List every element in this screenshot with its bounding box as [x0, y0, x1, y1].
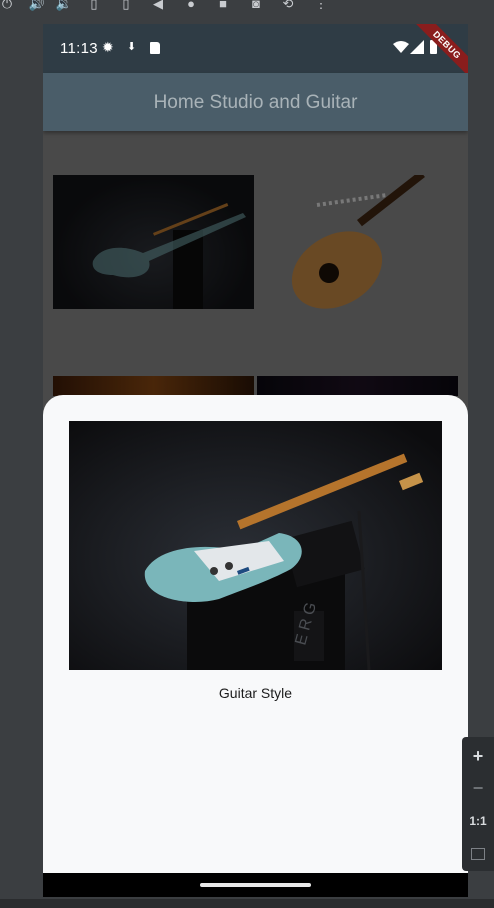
volume-down-icon[interactable]: 🔉	[55, 0, 73, 12]
zoom-out-button[interactable]: −	[462, 772, 494, 804]
emulator-toolbar: ⏻ 🔊 🔉 ▯ ▯ ◀ ● ■ ◙ ⟲ ⋮	[0, 0, 494, 14]
emulator-window: ⏻ 🔊 🔉 ▯ ▯ ◀ ● ■ ◙ ⟲ ⋮ 11:13 ✹ ⬇ DEBUG Ho…	[0, 0, 494, 908]
rotate-left-icon[interactable]: ▯	[85, 0, 103, 12]
cell-signal-icon	[410, 40, 424, 54]
home-icon[interactable]: ●	[182, 0, 200, 12]
location-icon: ⬇	[127, 41, 137, 53]
fit-screen-icon[interactable]	[462, 837, 494, 869]
settings-icon: ✹	[102, 39, 114, 55]
app-bar: Home Studio and Guitar	[43, 73, 468, 131]
zoom-controls: + − 1:1	[462, 737, 494, 871]
navigation-bar	[43, 873, 468, 897]
replay-icon[interactable]: ⟲	[279, 0, 297, 12]
home-gesture-pill[interactable]	[200, 883, 311, 887]
wifi-icon	[393, 41, 409, 53]
status-bar: 11:13 ✹ ⬇ DEBUG	[43, 24, 468, 82]
sd-card-icon	[150, 42, 160, 54]
back-icon[interactable]: ◀	[149, 0, 167, 12]
volume-up-icon[interactable]: 🔊	[28, 0, 46, 12]
device-screen: 11:13 ✹ ⬇ DEBUG Home Studio and Guitar E…	[43, 24, 468, 897]
sheet-guitar-image: E R G	[69, 421, 442, 670]
page-title: Home Studio and Guitar	[153, 92, 358, 113]
status-time: 11:13	[60, 40, 98, 57]
image-caption: Guitar Style	[218, 685, 293, 701]
bottom-sheet: E R G Guitar Style	[43, 395, 468, 875]
emulator-bottom-edge	[0, 899, 494, 908]
screenshot-icon[interactable]: ◙	[247, 0, 265, 12]
zoom-in-button[interactable]: +	[462, 740, 494, 772]
overview-icon[interactable]: ■	[214, 0, 232, 12]
more-icon[interactable]: ⋮	[312, 0, 330, 12]
power-icon[interactable]: ⏻	[0, 0, 16, 12]
actual-size-button[interactable]: 1:1	[462, 805, 494, 837]
rotate-right-icon[interactable]: ▯	[117, 0, 135, 12]
